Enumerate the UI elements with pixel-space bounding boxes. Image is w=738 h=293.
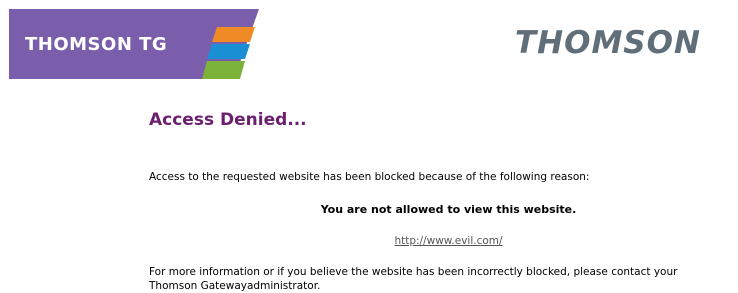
thomson-wordmark-logo: THOMSON <box>515 25 701 61</box>
more-info-text: For more information or if you believe t… <box>149 265 734 293</box>
banner-title: THOMSON TG <box>25 34 168 55</box>
orange-stripe <box>212 27 255 42</box>
blocked-url-container: http://www.evil.com/ <box>149 234 738 248</box>
blue-stripe <box>207 44 250 59</box>
block-reason-text: You are not allowed to view this website… <box>320 203 577 216</box>
more-info-line-1: For more information or if you believe t… <box>149 266 678 278</box>
blocked-intro-text: Access to the requested website has been… <box>149 171 590 183</box>
page-title: Access Denied... <box>149 110 307 130</box>
more-info-line-2: Thomson Gatewayadministrator. <box>149 280 321 292</box>
green-stripe <box>202 61 245 79</box>
thomson-tg-banner-logo: THOMSON TG <box>9 9 259 79</box>
blocked-url-link[interactable]: http://www.evil.com/ <box>394 235 502 247</box>
